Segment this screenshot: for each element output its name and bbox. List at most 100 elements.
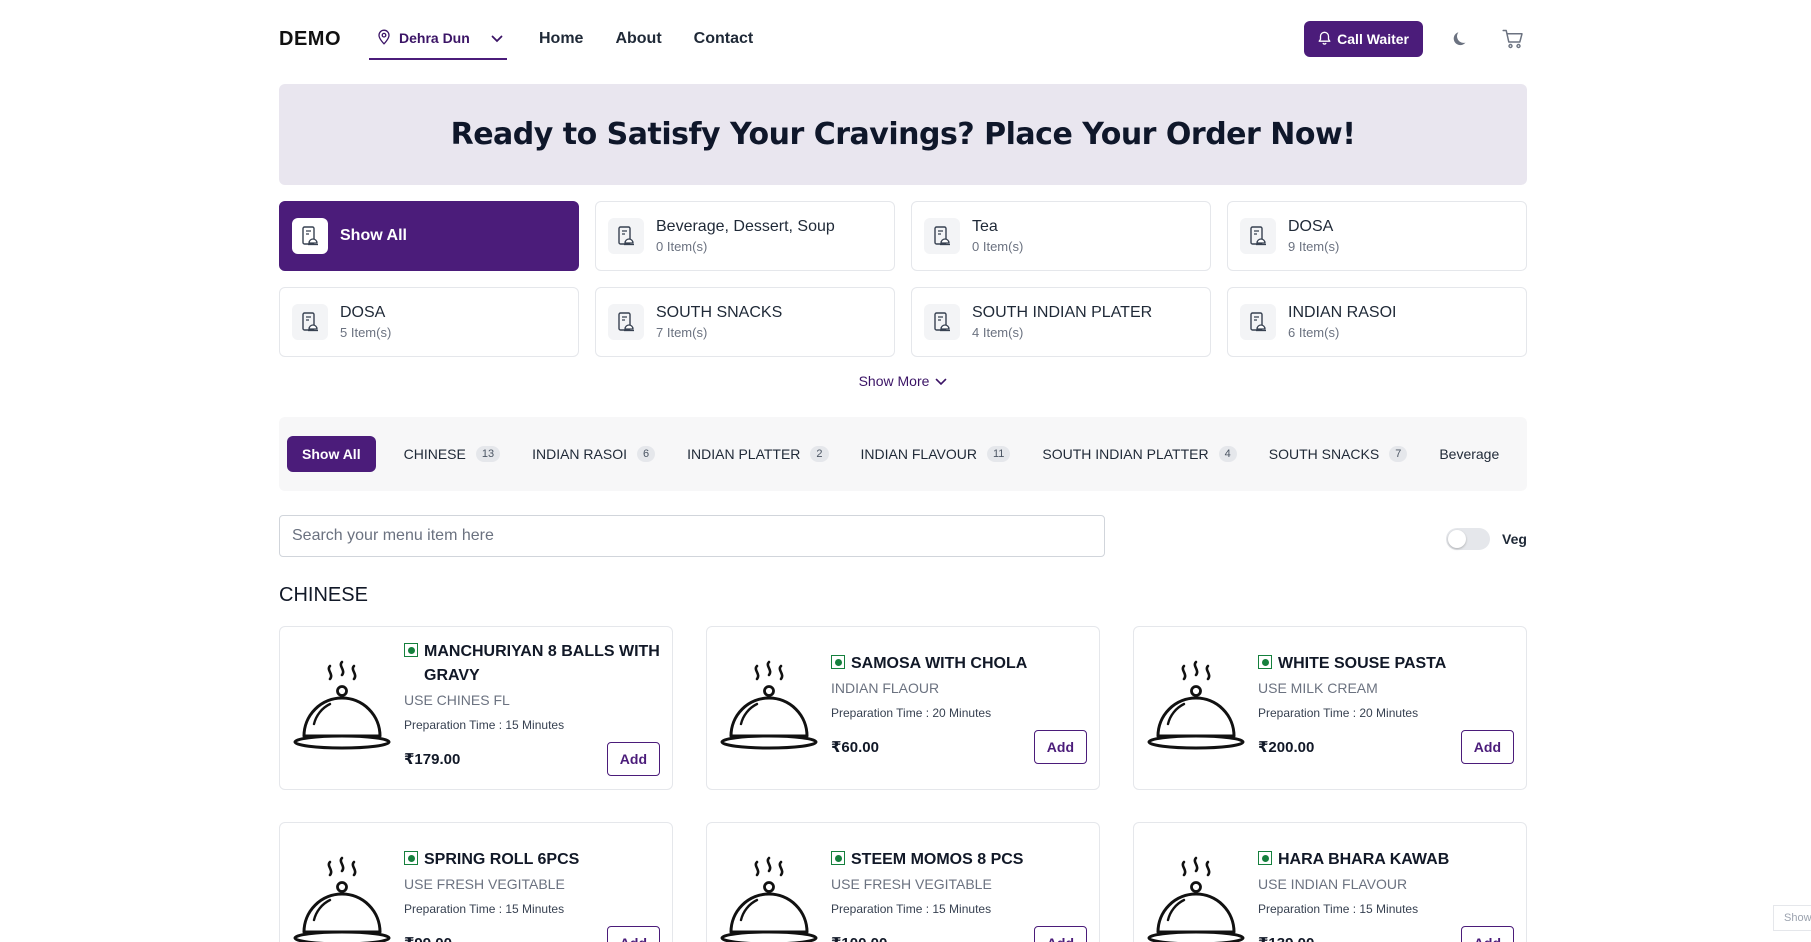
category-card[interactable]: SOUTH INDIAN PLATER 4 Item(s) <box>911 287 1211 357</box>
category-tab[interactable]: SOUTH INDIAN PLATTER 4 <box>1038 436 1240 472</box>
category-tab[interactable]: SOUTH SNACKS 7 <box>1265 436 1412 472</box>
tab-label: SOUTH INDIAN PLATTER <box>1042 446 1209 462</box>
menu-item-description: USE INDIAN FLAVOUR <box>1258 876 1408 892</box>
food-cloche-icon <box>1146 854 1246 942</box>
menu-item-details: STEEM MOMOS 8 PCS USE FRESH VEGITABLE Prep… <box>831 848 1087 942</box>
category-tab[interactable]: INDIAN PLATTER 2 <box>683 436 832 472</box>
add-to-cart-button[interactable]: Add <box>1033 926 1087 942</box>
menu-item-name: MANCHURIYAN 8 BALLS WITH GRAVY <box>424 643 660 684</box>
menu-item-footer: ₹179.00 Add <box>404 742 660 776</box>
add-to-cart-button[interactable]: Add <box>606 926 660 942</box>
menu-item-description: USE CHINES FL <box>404 692 510 708</box>
tab-count-badge: 13 <box>475 446 501 462</box>
menu-item-name: HARA BHARA KAWAB <box>1278 851 1450 868</box>
menu-item-description: USE FRESH VEGITABLE <box>404 876 565 892</box>
tab-count-badge: 4 <box>1218 446 1237 462</box>
category-grid: Show All Beverage, Dessert, Soup 0 Item(s)… <box>279 201 1527 357</box>
category-text: DOSA 9 Item(s) <box>1288 218 1339 254</box>
cart-icon[interactable] <box>1499 25 1527 53</box>
tab-label: INDIAN PLATTER <box>687 446 801 462</box>
tab-count-badge: 6 <box>636 446 656 462</box>
category-name: DOSA <box>340 304 386 321</box>
tab-label: SOUTH SNACKS <box>1268 446 1380 462</box>
category-card[interactable]: SOUTH SNACKS 7 Item(s) <box>595 287 895 357</box>
add-to-cart-button[interactable]: Add <box>1460 926 1514 942</box>
main-nav: Home About Contact <box>539 30 753 48</box>
menu-item-description: USE MILK CREAM <box>1258 680 1378 696</box>
category-text: SOUTH SNACKS 7 Item(s) <box>656 304 782 340</box>
menu-item-price: ₹139.00 <box>1258 934 1314 942</box>
category-count: 5 Item(s) <box>340 325 392 340</box>
nav-about[interactable]: About <box>615 30 661 48</box>
category-card[interactable]: DOSA 9 Item(s) <box>1227 201 1527 271</box>
top-header: DEMO Dehra Dun Home About Contact Call W… <box>279 18 1527 60</box>
header-actions: Call Waiter <box>1304 21 1527 57</box>
menu-item-details: SPRING ROLL 6PCS USE FRESH VEGITABLE Prepa… <box>404 848 660 942</box>
category-tab[interactable]: INDIAN FLAVOUR 11 <box>857 436 1015 472</box>
category-tab[interactable]: Beverage <box>1435 436 1503 472</box>
category-tab[interactable]: Show All <box>287 436 376 472</box>
category-name: Show All <box>340 227 407 244</box>
tab-count-badge: 11 <box>986 446 1011 462</box>
brand-logo[interactable]: DEMO <box>279 28 369 51</box>
menu-item-footer: ₹100.00 Add <box>831 926 1087 942</box>
category-text: Tea 0 Item(s) <box>972 218 1023 254</box>
veg-toggle[interactable] <box>1446 528 1490 550</box>
category-text: INDIAN RASOI 6 Item(s) <box>1288 304 1396 340</box>
category-count: 7 Item(s) <box>656 325 708 340</box>
add-to-cart-button[interactable]: Add <box>606 742 660 776</box>
menu-item-price: ₹100.00 <box>831 934 887 942</box>
location-selector[interactable]: Dehra Dun <box>369 18 507 60</box>
chevron-down-icon <box>935 373 947 389</box>
menu-item-description: USE FRESH VEGITABLE <box>831 876 992 892</box>
category-tab[interactable]: CHINESE 13 <box>400 436 504 472</box>
category-tab[interactable]: INDIAN RASOI 6 <box>528 436 659 472</box>
category-card[interactable]: DOSA 5 Item(s) <box>279 287 579 357</box>
tab-label: INDIAN RASOI <box>532 446 627 462</box>
moon-icon[interactable] <box>1447 25 1475 53</box>
menu-item-footer: ₹200.00 Add <box>1258 730 1514 764</box>
menu-item-title-row: SPRING ROLL 6PCS <box>404 848 660 872</box>
category-image-icon <box>608 304 644 340</box>
bell-icon <box>1318 31 1331 48</box>
tab-count-badge: 7 <box>1389 446 1408 462</box>
show-more-button[interactable]: Show More <box>279 373 1527 389</box>
menu-item-price: ₹60.00 <box>831 739 879 756</box>
call-waiter-button[interactable]: Call Waiter <box>1304 21 1423 57</box>
veg-indicator-icon <box>1258 851 1272 865</box>
category-card[interactable]: Beverage, Dessert, Soup 0 Item(s) <box>595 201 895 271</box>
category-count: 9 Item(s) <box>1288 239 1340 254</box>
add-to-cart-button[interactable]: Add <box>1460 730 1514 764</box>
menu-item-card: STEEM MOMOS 8 PCS USE FRESH VEGITABLE Prep… <box>706 822 1100 942</box>
food-cloche-icon <box>292 658 392 758</box>
category-card[interactable]: Show All <box>279 201 579 271</box>
add-to-cart-button[interactable]: Add <box>1033 730 1087 764</box>
category-count: 6 Item(s) <box>1288 325 1340 340</box>
menu-item-card: MANCHURIYAN 8 BALLS WITH GRAVY USE CHINES… <box>279 626 673 790</box>
menu-item-price: ₹99.00 <box>404 934 452 942</box>
tab-label: INDIAN FLAVOUR <box>860 446 977 462</box>
category-text: DOSA 5 Item(s) <box>340 304 391 340</box>
menu-item-title-row: HARA BHARA KAWAB <box>1258 848 1514 872</box>
hero-banner: Ready to Satisfy Your Cravings? Place Yo… <box>279 84 1527 185</box>
category-card[interactable]: Tea 0 Item(s) <box>911 201 1211 271</box>
menu-item-prep-time: Preparation Time : 20 Minutes <box>831 706 992 720</box>
location-label: Dehra Dun <box>399 30 470 46</box>
category-name: Tea <box>972 218 998 235</box>
menu-item-title-row: STEEM MOMOS 8 PCS <box>831 848 1087 872</box>
category-card[interactable]: INDIAN RASOI 6 Item(s) <box>1227 287 1527 357</box>
veg-label: Veg <box>1502 531 1527 547</box>
category-image-icon <box>608 218 644 254</box>
nav-contact[interactable]: Contact <box>694 30 754 48</box>
nav-home[interactable]: Home <box>539 30 583 48</box>
menu-item-name: STEEM MOMOS 8 PCS <box>851 851 1024 868</box>
menu-item-title-row: SAMOSA WITH CHOLA <box>831 652 1087 676</box>
category-count: 0 Item(s) <box>656 239 708 254</box>
category-name: INDIAN RASOI <box>1288 304 1397 321</box>
section-title: CHINESE <box>279 584 368 606</box>
food-cloche-icon <box>719 854 819 942</box>
category-name: SOUTH INDIAN PLATER <box>972 304 1153 321</box>
tab-count-badge: 2 <box>810 446 829 462</box>
search-input[interactable] <box>279 515 1105 557</box>
menu-item-name: SPRING ROLL 6PCS <box>424 851 580 868</box>
